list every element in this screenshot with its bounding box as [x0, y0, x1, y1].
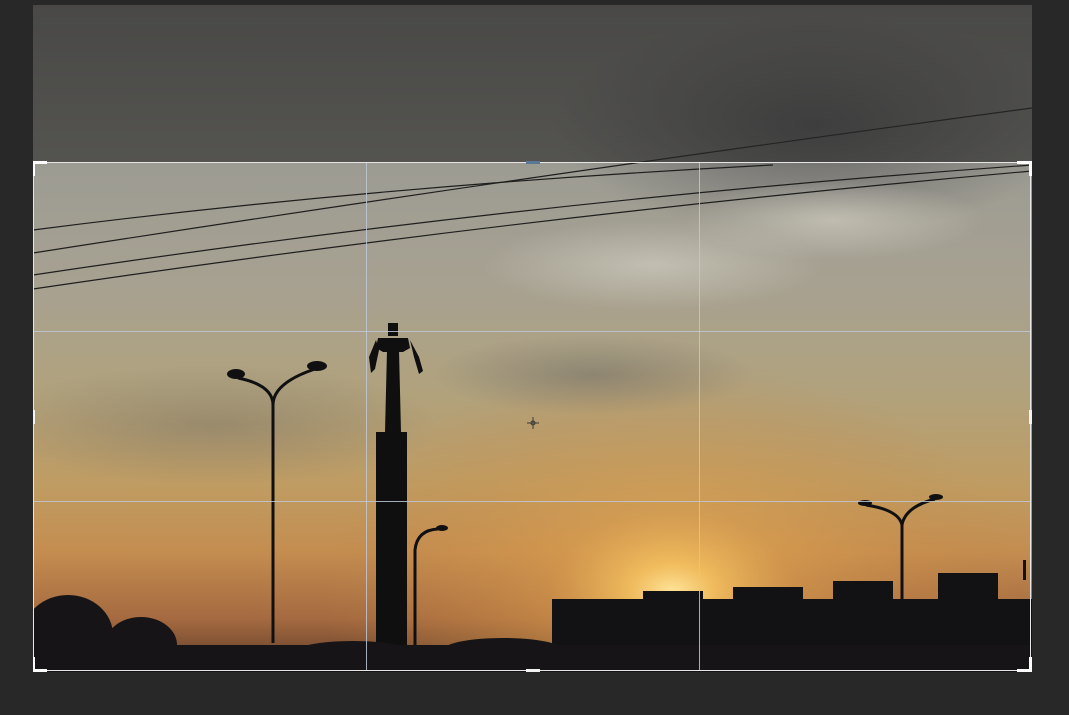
crop-handle-left[interactable] — [33, 410, 35, 424]
workspace — [0, 0, 1069, 715]
crop-handle-top[interactable] — [526, 161, 540, 164]
crop-handle-right[interactable] — [1029, 410, 1032, 424]
crop-handle-bottom[interactable] — [526, 669, 540, 672]
grid-line-vertical-1 — [366, 163, 367, 670]
crop-handle-top-left[interactable] — [33, 161, 47, 176]
grid-line-vertical-2 — [699, 163, 700, 670]
crop-shield — [33, 5, 1032, 162]
grid-line-horizontal-2 — [34, 501, 1030, 502]
crop-handle-top-right[interactable] — [1017, 161, 1032, 176]
grid-line-horizontal-1 — [34, 331, 1030, 332]
crop-handle-bottom-left[interactable] — [33, 657, 47, 672]
crop-box[interactable] — [33, 161, 1032, 672]
crosshair-icon — [527, 417, 539, 429]
image-canvas[interactable] — [33, 5, 1032, 672]
crop-handle-bottom-right[interactable] — [1017, 657, 1032, 672]
